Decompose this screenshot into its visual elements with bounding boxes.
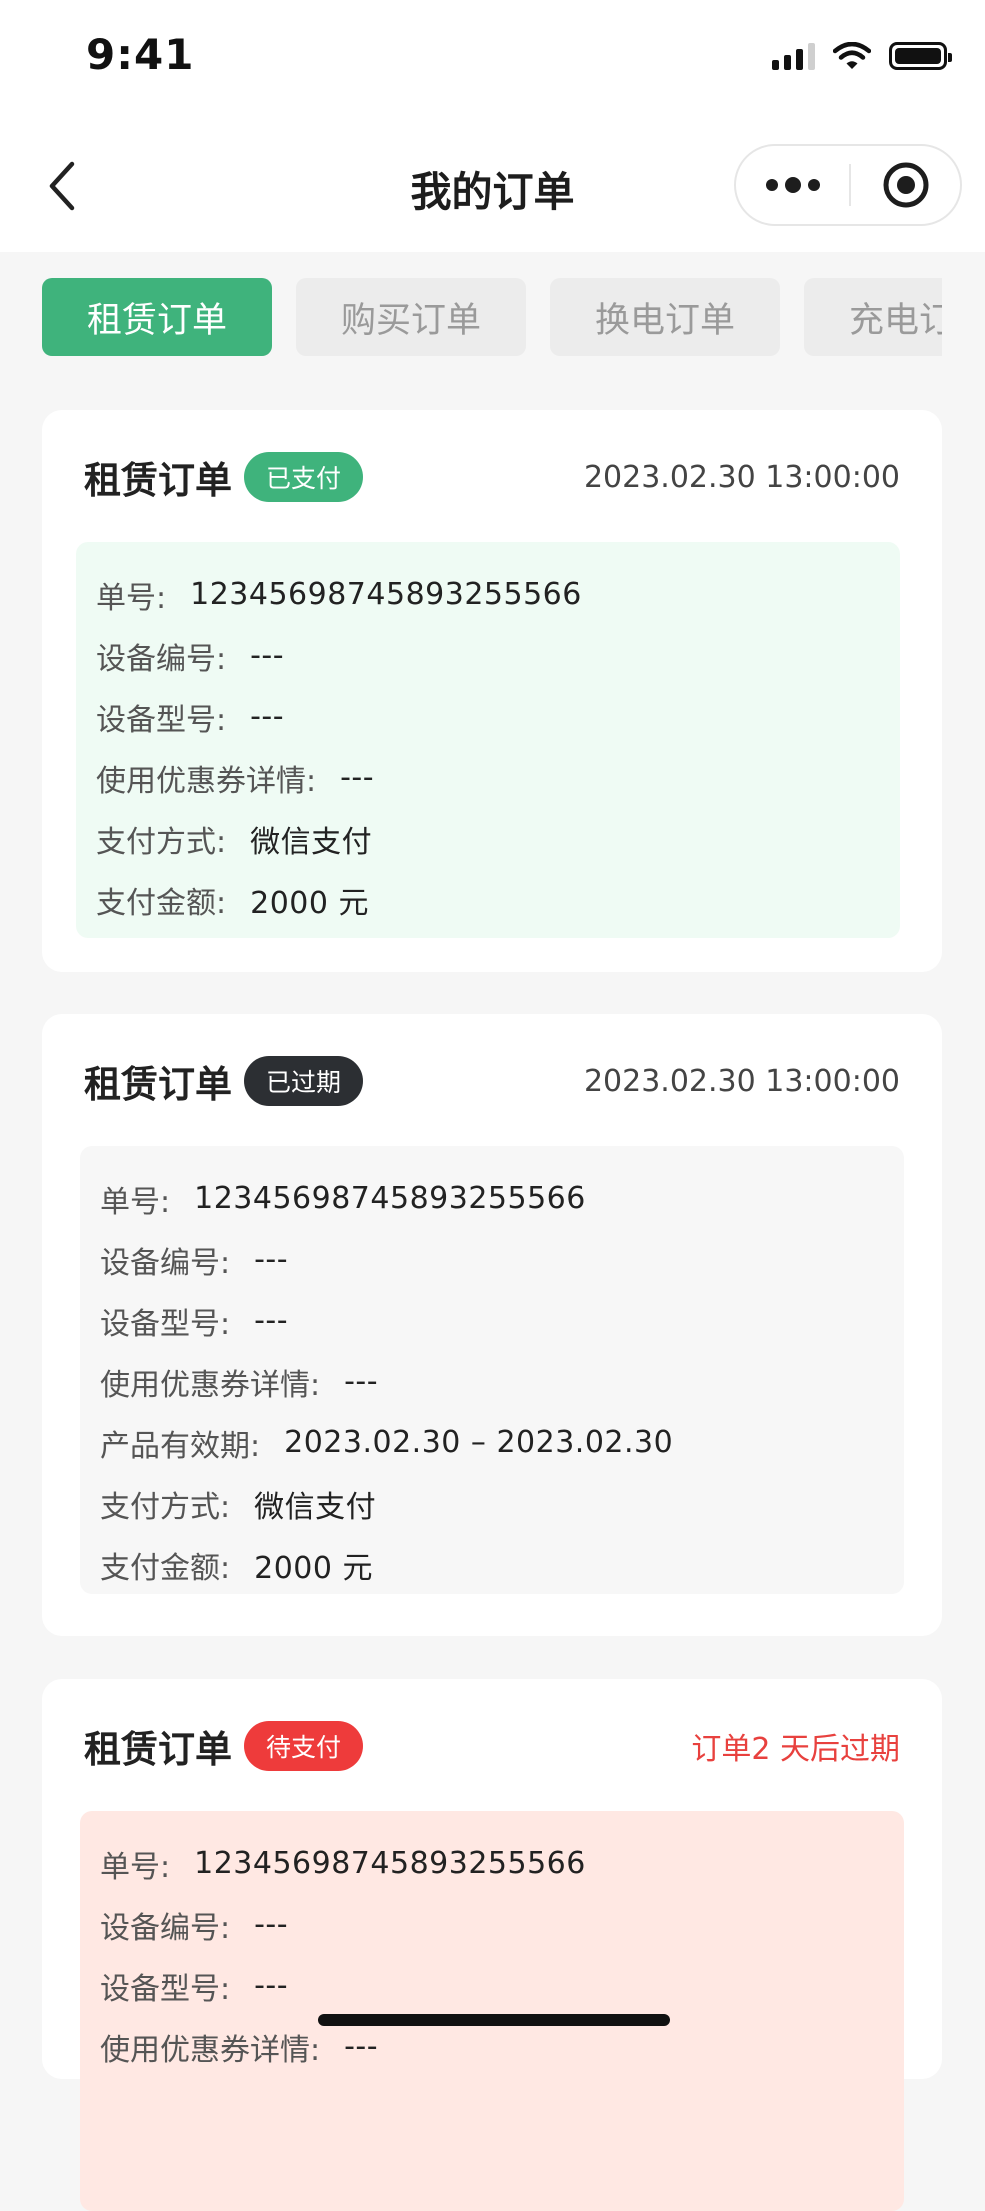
tab-purchase-orders[interactable]: 购买订单 <box>296 278 526 356</box>
detail-row-device-number: 设备编号: --- <box>100 1242 289 1281</box>
detail-row-coupon: 使用优惠券详情: --- <box>100 1364 379 1403</box>
tab-battery-swap-orders[interactable]: 换电订单 <box>550 278 780 356</box>
detail-row-validity-period: 产品有效期: 2023.02.30 – 2023.02.30 <box>100 1425 674 1464</box>
status-badge: 待支付 <box>244 1721 364 1771</box>
order-card[interactable]: 租赁订单 已支付 2023.02.30 13:00:00 单号: 12345698… <box>42 410 942 972</box>
tab-charging-orders[interactable]: 充电订单 <box>804 278 942 356</box>
tab-rental-orders[interactable]: 租赁订单 <box>42 278 272 356</box>
detail-row-order-number: 单号: 12345698745893255566 <box>100 1846 586 1885</box>
order-detail: 单号: 12345698745893255566 设备编号: --- 设备型号: --… <box>80 1146 904 1594</box>
order-time: 2023.02.30 13:00:00 <box>583 459 900 495</box>
order-time: 2023.02.30 13:00:00 <box>583 1063 900 1099</box>
detail-row-order-number: 单号: 12345698745893255566 <box>96 577 582 616</box>
target-close-icon <box>883 162 928 208</box>
detail-row-device-model: 设备型号: --- <box>100 1968 289 2007</box>
wifi-icon <box>833 42 871 69</box>
order-detail: 单号: 12345698745893255566 设备编号: --- 设备型号: --… <box>76 542 900 938</box>
close-mini-program-button[interactable] <box>851 146 960 224</box>
nav-bar: 我的订单 <box>0 118 985 252</box>
detail-row-payment-amount: 支付金额: 2000 元 <box>96 885 369 921</box>
signal-icon <box>772 42 815 70</box>
order-detail: 单号: 12345698745893255566 设备编号: --- 设备型号: --… <box>80 1811 904 2211</box>
order-type-title: 租赁订单 <box>84 459 232 502</box>
more-dots-icon <box>765 179 778 191</box>
status-badge: 已支付 <box>244 452 364 502</box>
status-time: 9:41 <box>86 30 195 79</box>
mini-program-capsule <box>734 144 962 226</box>
detail-row-coupon: 使用优惠券详情: --- <box>96 760 375 799</box>
order-card-header: 租赁订单 已支付 2023.02.30 13:00:00 <box>84 450 900 504</box>
detail-row-device-model: 设备型号: --- <box>96 699 285 738</box>
home-indicator[interactable] <box>318 2014 670 2026</box>
order-expiry-notice: 订单2 天后过期 <box>691 1732 900 1767</box>
order-card[interactable]: 租赁订单 已过期 2023.02.30 13:00:00 单号: 12345698… <box>42 1014 942 1636</box>
detail-row-payment-method: 支付方式: 微信支付 <box>100 1489 377 1525</box>
order-card-header: 租赁订单 已过期 2023.02.30 13:00:00 <box>84 1054 900 1108</box>
status-badge: 已过期 <box>244 1056 364 1106</box>
order-card-header: 租赁订单 待支付 订单2 天后过期 <box>84 1719 900 1773</box>
order-type-tabs: 租赁订单 购买订单 换电订单 充电订单 <box>42 278 942 358</box>
detail-row-device-model: 设备型号: --- <box>100 1303 289 1342</box>
detail-row-payment-amount: 支付金额: 2000 元 <box>100 1550 373 1586</box>
detail-row-device-number: 设备编号: --- <box>96 638 285 677</box>
status-bar: 9:41 <box>0 0 985 118</box>
status-icons <box>772 42 952 70</box>
order-type-title: 租赁订单 <box>84 1728 232 1771</box>
detail-row-order-number: 单号: 12345698745893255566 <box>100 1181 586 1220</box>
detail-row-device-number: 设备编号: --- <box>100 1907 289 1946</box>
detail-row-payment-method: 支付方式: 微信支付 <box>96 824 373 860</box>
more-button[interactable] <box>736 146 849 224</box>
battery-icon <box>889 42 952 70</box>
order-type-title: 租赁订单 <box>84 1063 232 1106</box>
